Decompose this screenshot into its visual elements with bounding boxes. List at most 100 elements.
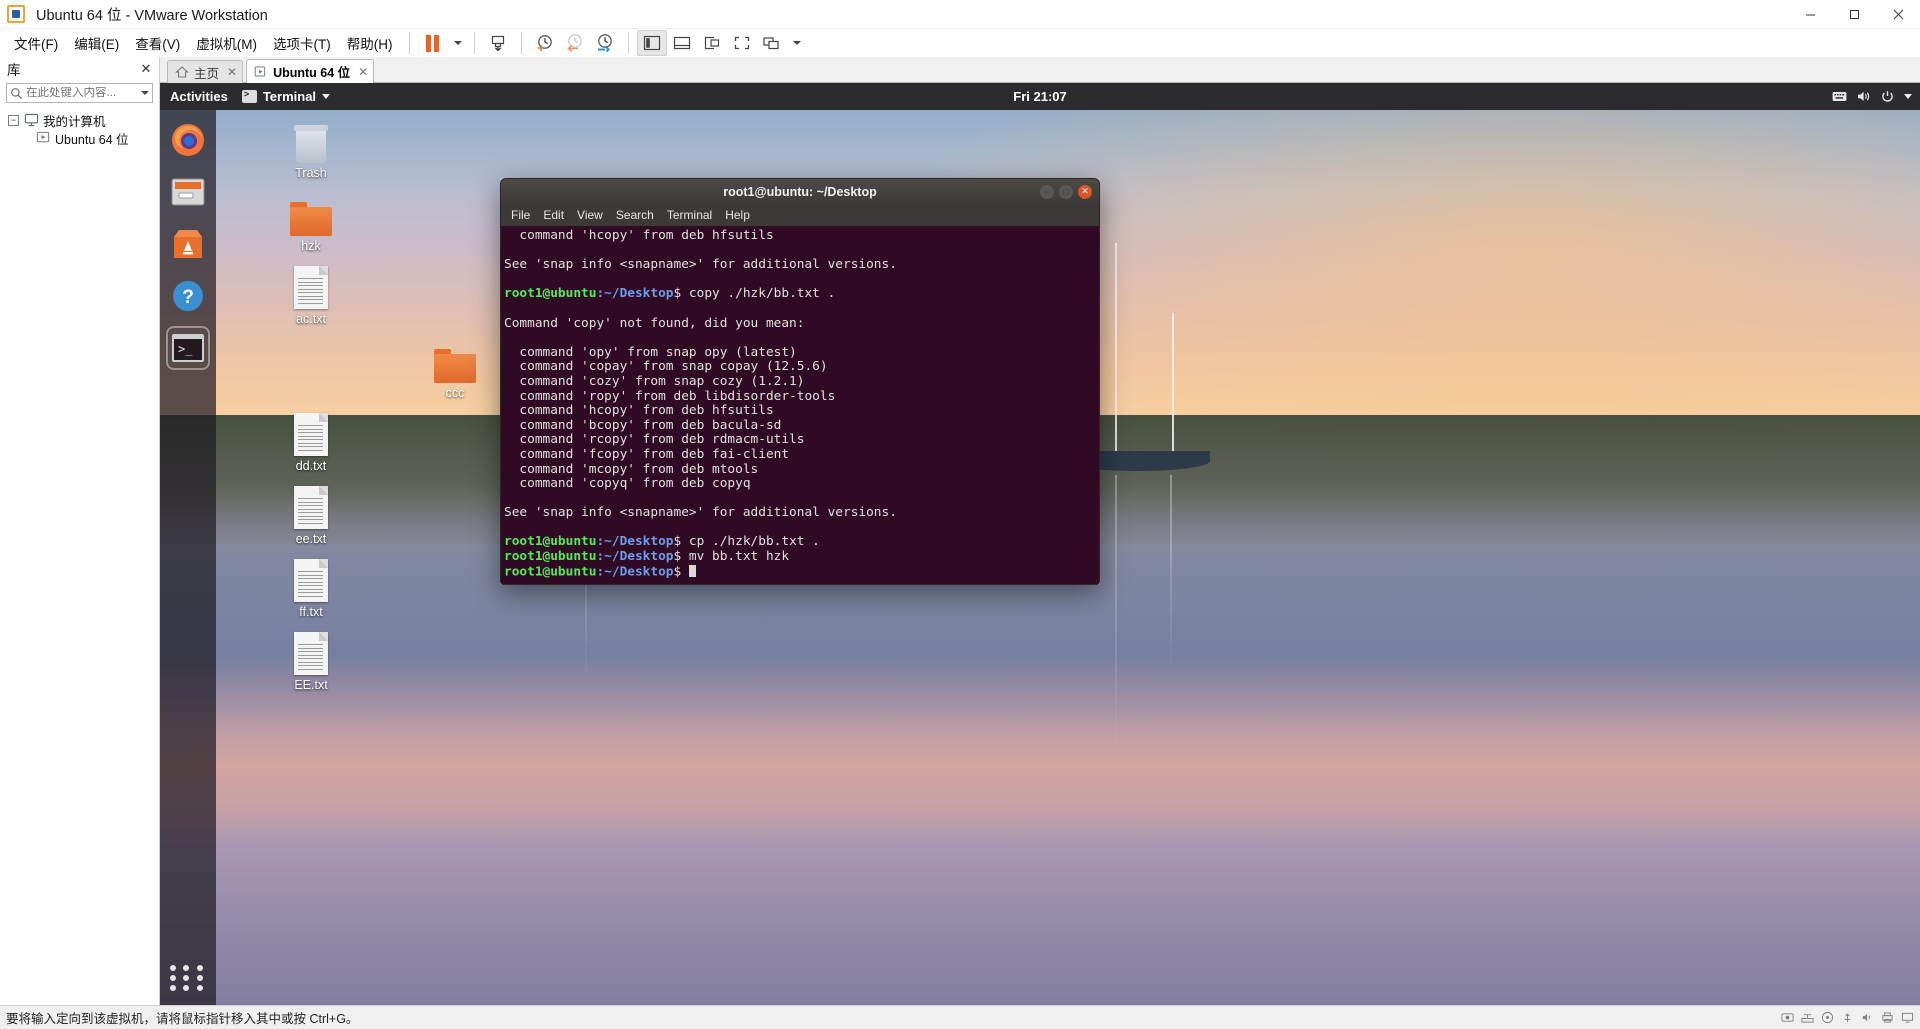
terminal-prompt-path: :~/Desktop [596,286,674,302]
dock-files[interactable] [166,170,210,214]
guest-screen[interactable]: Activities Terminal Fri 21:07 [160,83,1920,1005]
system-tray[interactable] [1832,90,1912,103]
tree-item-my-computer[interactable]: − 我的计算机 [0,111,159,129]
send-ctrl-alt-del-button[interactable] [483,30,513,56]
tree-item-ubuntu-vm[interactable]: Ubuntu 64 位 [0,129,159,147]
maximize-icon[interactable] [1832,0,1876,29]
expander-icon[interactable]: − [8,114,19,126]
terminal-line: See 'snap info <snapname>' for additiona… [504,505,897,521]
menu-view[interactable]: 查看(V) [127,30,188,56]
desktop-icon-ccc[interactable]: ccc [412,337,498,400]
terminal-titlebar[interactable]: root1@ubuntu: ~/Desktop − □ ✕ [500,178,1100,204]
help-icon: ? [173,281,203,311]
app-menu-terminal[interactable]: Terminal [241,89,331,104]
terminal-menu-search[interactable]: Search [616,208,654,222]
desktop-icon-ac-txt[interactable]: ac.txt [268,263,354,326]
terminal-output[interactable]: command 'hcopy' from deb hfsutils See 's… [500,226,1100,585]
show-console-button[interactable] [697,30,727,56]
unity-mode-button[interactable] [757,30,787,56]
terminal-window[interactable]: root1@ubuntu: ~/Desktop − □ ✕ File Edit … [500,178,1100,585]
tab-label: 主页 [194,66,220,81]
close-icon[interactable] [1876,0,1920,29]
menu-edit[interactable]: 编辑(E) [66,30,127,56]
sound-icon[interactable] [1861,1011,1874,1024]
terminal-menu-file[interactable]: File [511,208,530,222]
keyboard-icon [1832,92,1847,101]
folder-icon [290,202,332,236]
terminal-menu-terminal[interactable]: Terminal [667,208,712,222]
search-input[interactable] [26,87,139,99]
tab-label: Ubuntu 64 位 [273,66,351,80]
activities-button[interactable]: Activities [170,89,228,104]
menu-tabs[interactable]: 选项卡(T) [265,30,339,56]
desktop-icon-ff-txt[interactable]: ff.txt [268,556,354,619]
desktop-icon-label: ee.txt [295,532,327,546]
suspend-button[interactable] [418,30,448,56]
desktop-icon-label: dd.txt [295,459,327,473]
desktop-icon-hzk[interactable]: hzk [268,190,354,253]
disk-icon[interactable] [1781,1011,1794,1024]
view-dropdown[interactable] [787,30,805,56]
terminal-window-buttons: − □ ✕ [1040,184,1092,199]
cd-icon[interactable] [1821,1011,1834,1024]
terminal-menu-view[interactable]: View [577,208,603,222]
dock-software[interactable] [166,222,210,266]
status-device-icons [1781,1011,1914,1024]
volume-icon [1858,91,1870,101]
terminal-line: command 'hcopy' from deb hfsutils [504,228,774,243]
snapshot-revert-button[interactable] [560,30,590,56]
statusbar: 要将输入定向到该虚拟机，请将鼠标指针移入其中或按 Ctrl+G。 [0,1005,1920,1029]
printer-icon[interactable] [1881,1011,1894,1024]
menu-vm[interactable]: 虚拟机(M) [188,30,265,56]
library-close-icon[interactable]: ✕ [139,61,153,77]
terminal-title: root1@ubuntu: ~/Desktop [723,184,877,199]
dock-firefox[interactable] [166,118,210,162]
desktop-icon-EE-txt[interactable]: EE.txt [268,629,354,692]
close-icon[interactable]: ✕ [1078,184,1092,199]
tab-close-icon[interactable]: ✕ [227,65,237,79]
desktop-icon-dd-txt[interactable]: dd.txt [268,410,354,473]
menu-help[interactable]: 帮助(H) [339,30,401,56]
minimize-icon[interactable] [1788,0,1832,29]
library-search[interactable] [6,83,153,103]
network-icon[interactable] [1801,1011,1814,1024]
fullscreen-button[interactable] [727,30,757,56]
tab-strip: 主页 ✕ Ubuntu 64 位 ✕ [160,57,1920,83]
terminal-prompt-path: :~/Desktop [596,564,674,580]
terminal-icon [241,89,257,103]
computer-icon [24,113,39,127]
dock-help[interactable]: ? [166,274,210,318]
terminal-menu-edit[interactable]: Edit [543,208,564,222]
show-library-button[interactable] [636,30,667,56]
dock-show-apps[interactable] [170,965,206,991]
desktop-icon-ee-txt[interactable]: ee.txt [268,483,354,546]
menu-file[interactable]: 文件(F) [6,30,66,56]
usb-icon[interactable] [1841,1011,1854,1024]
desktop-icon-label: ac.txt [296,312,326,326]
desktop-icon-label: Trash [295,166,327,180]
terminal-menu-help[interactable]: Help [725,208,750,222]
terminal-line: Command 'copy' not found, did you mean: [504,315,805,331]
tab-ubuntu-64[interactable]: Ubuntu 64 位 ✕ [246,59,375,83]
terminal-line: See 'snap info <snapname>' for additiona… [504,257,897,273]
toolbar-divider-3 [520,32,522,54]
power-icon [1882,91,1893,102]
power-dropdown[interactable] [448,30,466,56]
display-icon[interactable] [1901,1011,1914,1024]
minimize-icon[interactable]: − [1040,184,1054,199]
snapshot-take-button[interactable] [530,30,560,56]
chevron-down-icon[interactable] [1904,94,1912,99]
desktop-icon-trash[interactable]: Trash [268,117,354,180]
terminal-prompt-user: root1@ubuntu [504,564,597,580]
tab-close-icon[interactable]: ✕ [358,65,368,79]
snapshot-manager-button[interactable] [590,30,620,56]
unity-icon [762,37,779,50]
clock[interactable]: Fri 21:07 [1013,89,1066,104]
maximize-icon[interactable]: □ [1059,184,1073,199]
pause-icon [426,34,439,52]
show-thumbnails-button[interactable] [667,30,697,56]
tab-home[interactable]: 主页 ✕ [167,60,244,83]
dock-terminal[interactable]: >_ [166,326,210,370]
app-menu-label: Terminal [262,89,317,104]
chevron-down-icon[interactable] [141,91,149,95]
